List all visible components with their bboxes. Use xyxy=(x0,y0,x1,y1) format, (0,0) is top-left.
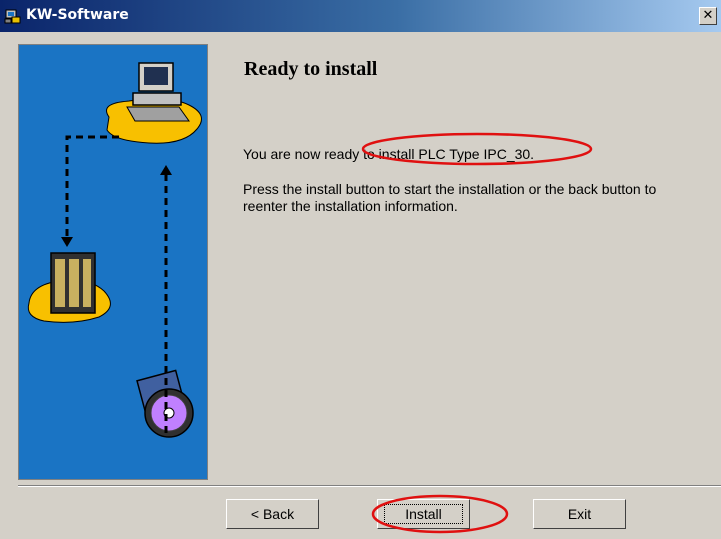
computer-icon xyxy=(106,62,202,144)
back-button[interactable]: < Back xyxy=(226,499,319,529)
instructions-text: Press the install button to start the in… xyxy=(243,181,657,214)
page-title: Ready to install xyxy=(244,58,378,80)
back-button-label: < Back xyxy=(250,505,295,522)
install-button-label: Install xyxy=(384,503,463,524)
product-name: PLC Type IPC_30. xyxy=(418,146,535,162)
title-bar[interactable]: KW-Software ✕ xyxy=(0,0,721,32)
ready-message: You are now ready to install PLC Type IP… xyxy=(243,146,534,162)
plc-device-icon xyxy=(27,252,111,323)
installer-window: KW-Software ✕ Ready to install You are n… xyxy=(0,0,721,539)
install-button[interactable]: Install xyxy=(377,499,470,529)
installer-app-icon xyxy=(4,9,21,24)
footer-divider xyxy=(18,485,721,487)
window-title: KW-Software xyxy=(26,7,129,23)
side-illustration xyxy=(18,44,208,480)
ready-message-prefix: You are now ready to install xyxy=(243,146,419,162)
close-button[interactable]: ✕ xyxy=(699,7,717,25)
exit-button[interactable]: Exit xyxy=(533,499,626,529)
exit-button-label: Exit xyxy=(567,505,592,522)
